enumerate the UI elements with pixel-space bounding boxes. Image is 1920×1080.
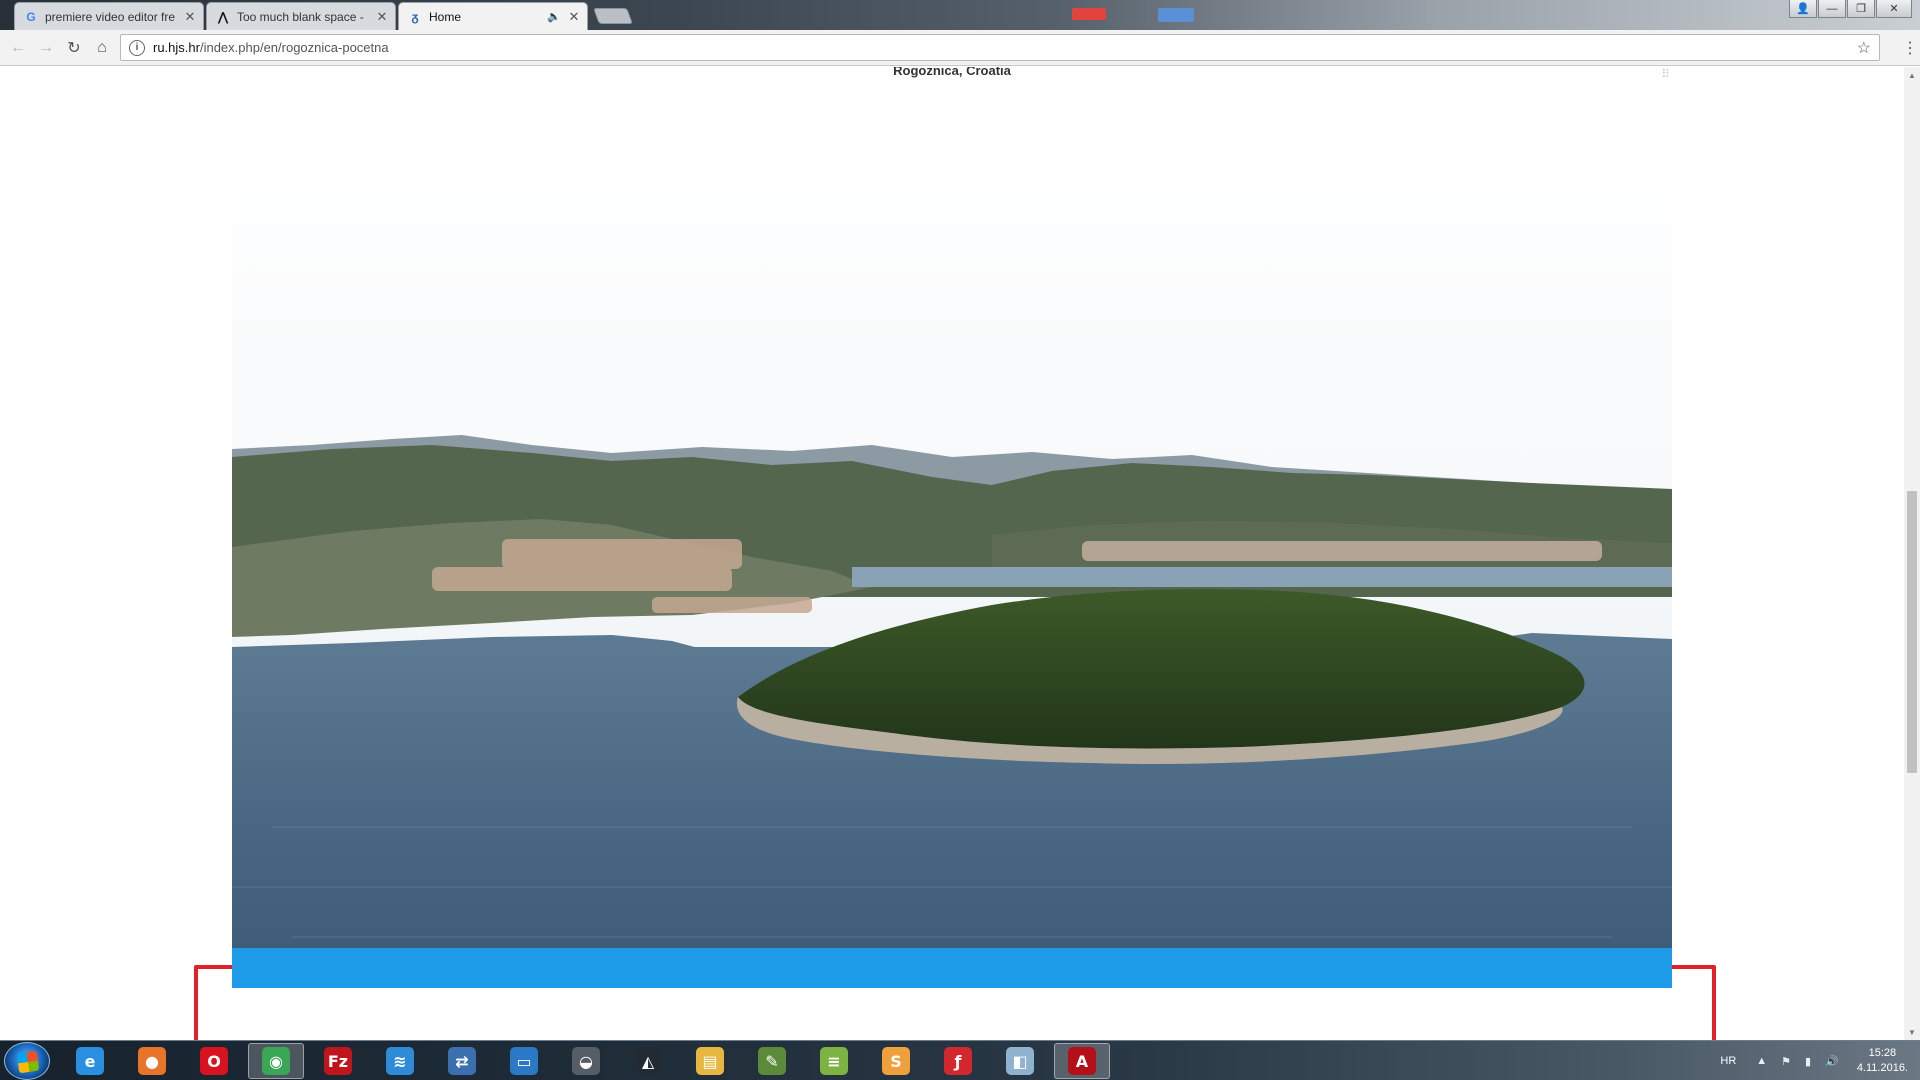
reload-button[interactable]: ↻: [64, 38, 84, 58]
browser-toolbar: ← → ↻ ⌂ i ru.hjs.hr/index.php/en/rogozni…: [0, 30, 1920, 66]
address-bar[interactable]: i ru.hjs.hr/index.php/en/rogoznica-pocet…: [120, 34, 1880, 61]
taskbar-app-button[interactable]: ≋: [372, 1043, 428, 1079]
network-icon: ⇄: [448, 1047, 476, 1075]
page-caption: Rogoznica, Croatia: [893, 67, 1011, 78]
notepad-icon: ≡: [820, 1047, 848, 1075]
taskbar-app-button[interactable]: ≡: [806, 1043, 862, 1079]
acrobat-icon: A: [1068, 1047, 1096, 1075]
firefox-icon: ●: [138, 1047, 166, 1075]
scroll-up-arrow-icon[interactable]: ▲: [1904, 67, 1920, 83]
content-column: Rogoznica, Croatia ⠿: [232, 67, 1672, 1040]
home-button[interactable]: ⌂: [92, 38, 112, 58]
window-close-button[interactable]: ✕: [1876, 0, 1912, 18]
taskbar-app-button[interactable]: Fz: [310, 1043, 366, 1079]
scroll-thumb[interactable]: [1907, 491, 1917, 773]
tab-title: Home: [429, 9, 462, 24]
tab-adobe-forum[interactable]: ⋀ Too much blank space - ✕: [206, 2, 396, 30]
video-player[interactable]: [232, 127, 1672, 980]
forward-button[interactable]: →: [36, 38, 56, 58]
filezilla-icon: Fz: [324, 1047, 352, 1075]
system-clock[interactable]: 15:28 4.11.2016.: [1857, 1046, 1908, 1076]
taskbar-app-button[interactable]: O: [186, 1043, 242, 1079]
taskbar-app-button[interactable]: ✎: [744, 1043, 800, 1079]
taskbar-app-button[interactable]: S: [868, 1043, 924, 1079]
new-tab-button[interactable]: [593, 8, 633, 24]
site-logo-icon: ᵹ: [411, 9, 419, 24]
clock-time: 15:28: [1868, 1047, 1897, 1059]
background-thumbnail: [1072, 8, 1106, 20]
network-signal-icon[interactable]: ▮: [1805, 1055, 1811, 1068]
url-path: /index.php/en/rogoznica-pocetna: [199, 40, 389, 55]
wifi-icon: ≋: [386, 1047, 414, 1075]
tab-home[interactable]: ᵹ Home 🔈 ✕: [398, 2, 588, 30]
taskbar-app-button[interactable]: ◭: [620, 1043, 676, 1079]
internet-explorer-icon: e: [76, 1047, 104, 1075]
video-frame-landscape: [232, 127, 1672, 980]
browser-menu-icon[interactable]: ⋮: [1902, 38, 1918, 58]
url-text[interactable]: ru.hjs.hr/index.php/en/rogoznica-pocetna: [153, 40, 389, 55]
taskbar-app-button[interactable]: ◒: [558, 1043, 614, 1079]
tab-title: premiere video editor fre: [45, 9, 176, 24]
volume-icon[interactable]: 🔊: [1825, 1055, 1839, 1068]
flash-icon: ƒ: [944, 1047, 972, 1075]
paint-icon: ✎: [758, 1047, 786, 1075]
tab-title: Too much blank space -: [237, 9, 364, 24]
background-thumbnail: [1158, 8, 1194, 22]
page-scrollbar[interactable]: ▲ ▼: [1904, 67, 1920, 1040]
windows-logo-icon: [16, 1050, 40, 1074]
share-icon[interactable]: ⠿: [1661, 67, 1670, 81]
taskbar-app-button[interactable]: ⇄: [434, 1043, 490, 1079]
adobe-forum-icon: ⋀: [218, 9, 228, 24]
close-icon[interactable]: ✕: [375, 9, 389, 25]
opera-icon: O: [200, 1047, 228, 1075]
speaker-icon[interactable]: 🔈: [547, 10, 561, 23]
tab-google-search[interactable]: G premiere video editor fre ✕: [14, 2, 204, 30]
info-icon[interactable]: i: [129, 39, 145, 56]
close-icon[interactable]: ✕: [567, 9, 581, 25]
taskbar-app-button[interactable]: ▤: [682, 1043, 738, 1079]
system-tray: HR ▲ ⚑ ▮ 🔊 15:28 4.11.2016.: [1720, 1041, 1908, 1080]
clock-date: 4.11.2016.: [1856, 1062, 1908, 1074]
page-viewport: Rogoznica, Croatia ⠿: [0, 67, 1904, 1040]
start-button[interactable]: [4, 1042, 50, 1080]
profile-icon[interactable]: 👤: [1789, 0, 1817, 18]
language-indicator[interactable]: HR: [1720, 1055, 1736, 1067]
maximize-button[interactable]: ❐: [1847, 0, 1875, 18]
show-hidden-icons-arrow-icon[interactable]: ▲: [1756, 1055, 1767, 1067]
chrome-icon: ◉: [262, 1047, 290, 1075]
action-center-flag-icon[interactable]: ⚑: [1781, 1055, 1791, 1068]
windows-taskbar: e ● O ◉ Fz ≋ ⇄ ▭ ◒ ◭ ▤ ✎ ≡ Sƒ ◧ A HR ▲ ⚑ ▮ 🔊 15:28 4.11…: [0, 1040, 1920, 1080]
taskbar-app-button[interactable]: ●: [124, 1043, 180, 1079]
google-icon: G: [26, 9, 36, 24]
browser-tab-strip: G premiere video editor fre ✕ ⋀ Too much…: [0, 0, 1920, 30]
window-controls: 👤 — ❐ ✕: [1789, 0, 1912, 18]
unity-icon: ◭: [634, 1047, 662, 1075]
taskbar-app-button[interactable]: e: [62, 1043, 118, 1079]
url-host: ru.hjs.hr: [153, 40, 200, 55]
bookmark-star-icon[interactable]: ☆: [1857, 38, 1871, 58]
sublime-icon: S: [882, 1047, 910, 1075]
minimize-button[interactable]: —: [1818, 0, 1846, 18]
taskbar-app-button[interactable]: A: [1054, 1043, 1110, 1079]
file-explorer-icon: ▤: [696, 1047, 724, 1075]
taskbar-app-button[interactable]: ▭: [496, 1043, 552, 1079]
media-player-icon: ◒: [572, 1047, 600, 1075]
window-icon: ◧: [1006, 1047, 1034, 1075]
remote-desktop-icon: ▭: [510, 1047, 538, 1075]
close-icon[interactable]: ✕: [183, 9, 197, 25]
footer-blue-bar: [232, 948, 1672, 988]
taskbar-app-button[interactable]: ◧: [992, 1043, 1048, 1079]
scroll-down-arrow-icon[interactable]: ▼: [1904, 1024, 1920, 1040]
taskbar-app-button[interactable]: ƒ: [930, 1043, 986, 1079]
taskbar-app-button[interactable]: ◉: [248, 1043, 304, 1079]
back-button[interactable]: ←: [8, 38, 28, 58]
